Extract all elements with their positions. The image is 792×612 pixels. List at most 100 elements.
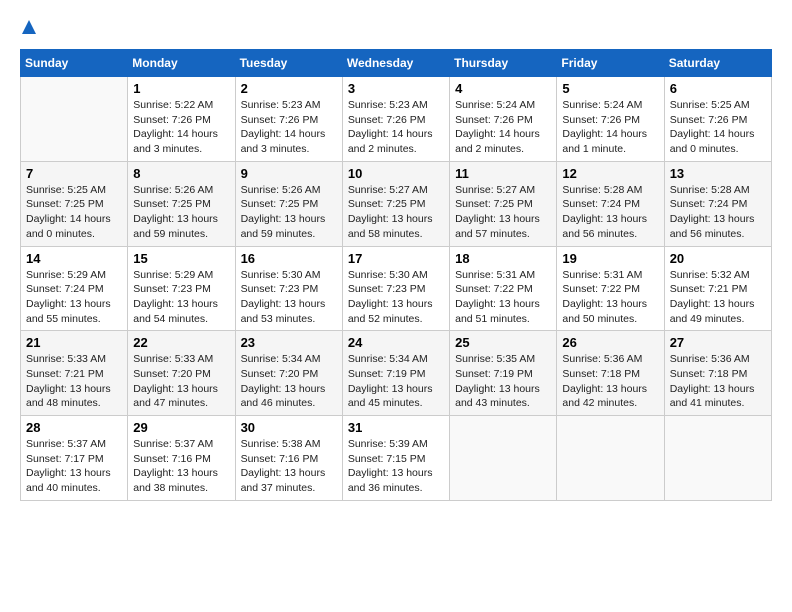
calendar-cell: 25 Sunrise: 5:35 AM Sunset: 7:19 PM Dayli… (450, 331, 557, 416)
day-info: Sunrise: 5:35 AM Sunset: 7:19 PM Dayligh… (455, 352, 551, 411)
calendar-cell: 16Sunrise: 5:30 AM Sunset: 7:23 PM Dayli… (235, 246, 342, 331)
day-number: 23 (241, 335, 337, 350)
day-number: 2 (241, 81, 337, 96)
day-number: 25 (455, 335, 551, 350)
calendar-cell: 2 Sunrise: 5:23 AM Sunset: 7:26 PM Daylig… (235, 77, 342, 162)
calendar-cell: 15 Sunrise: 5:29 AM Sunset: 7:23 PM Dayli… (128, 246, 235, 331)
day-number: 16 (241, 251, 337, 266)
day-number: 28 (26, 420, 122, 435)
day-number: 10 (348, 166, 444, 181)
logo (20, 20, 36, 39)
page-header (20, 20, 772, 39)
day-info: Sunrise: 5:32 AM Sunset: 7:21 PM Dayligh… (670, 268, 766, 327)
day-info: Sunrise: 5:33 AM Sunset: 7:21 PM Dayligh… (26, 352, 122, 411)
day-info: Sunrise: 5:38 AM Sunset: 7:16 PM Dayligh… (241, 437, 337, 496)
column-header-sunday: Sunday (21, 50, 128, 77)
calendar-cell (664, 416, 771, 501)
calendar-cell: 20 Sunrise: 5:32 AM Sunset: 7:21 PM Dayli… (664, 246, 771, 331)
day-info: Sunrise: 5:30 AM Sunset: 7:23 PM Dayligh… (348, 268, 444, 327)
day-info: Sunrise: 5:27 AM Sunset: 7:25 PM Dayligh… (348, 183, 444, 242)
calendar-cell: 26 Sunrise: 5:36 AM Sunset: 7:18 PM Dayli… (557, 331, 664, 416)
day-number: 11 (455, 166, 551, 181)
column-header-thursday: Thursday (450, 50, 557, 77)
day-number: 1 (133, 81, 229, 96)
calendar-cell: 17 Sunrise: 5:30 AM Sunset: 7:23 PM Dayli… (342, 246, 449, 331)
day-number: 19 (562, 251, 658, 266)
calendar-cell: 21Sunrise: 5:33 AM Sunset: 7:21 PM Dayli… (21, 331, 128, 416)
day-number: 20 (670, 251, 766, 266)
calendar-cell: 12 Sunrise: 5:28 AM Sunset: 7:24 PM Dayli… (557, 161, 664, 246)
calendar-cell: 10 Sunrise: 5:27 AM Sunset: 7:25 PM Dayli… (342, 161, 449, 246)
day-info: Sunrise: 5:23 AM Sunset: 7:26 PM Dayligh… (348, 98, 444, 157)
day-number: 29 (133, 420, 229, 435)
calendar-cell: 9 Sunrise: 5:26 AM Sunset: 7:25 PM Daylig… (235, 161, 342, 246)
day-info: Sunrise: 5:36 AM Sunset: 7:18 PM Dayligh… (562, 352, 658, 411)
calendar-cell (557, 416, 664, 501)
calendar-cell: 23 Sunrise: 5:34 AM Sunset: 7:20 PM Dayli… (235, 331, 342, 416)
day-info: Sunrise: 5:28 AM Sunset: 7:24 PM Dayligh… (562, 183, 658, 242)
day-number: 7 (26, 166, 122, 181)
day-info: Sunrise: 5:29 AM Sunset: 7:24 PM Dayligh… (26, 268, 122, 327)
day-info: Sunrise: 5:28 AM Sunset: 7:24 PM Dayligh… (670, 183, 766, 242)
day-number: 5 (562, 81, 658, 96)
day-number: 14 (26, 251, 122, 266)
calendar-cell: 1 Sunrise: 5:22 AM Sunset: 7:26 PM Daylig… (128, 77, 235, 162)
day-number: 31 (348, 420, 444, 435)
calendar-cell: 27Sunrise: 5:36 AM Sunset: 7:18 PM Dayli… (664, 331, 771, 416)
logo-icon (22, 20, 36, 39)
day-number: 30 (241, 420, 337, 435)
calendar-cell: 30 Sunrise: 5:38 AM Sunset: 7:16 PM Dayli… (235, 416, 342, 501)
day-number: 17 (348, 251, 444, 266)
calendar-cell: 7 Sunrise: 5:25 AM Sunset: 7:25 PM Daylig… (21, 161, 128, 246)
calendar-cell: 19 Sunrise: 5:31 AM Sunset: 7:22 PM Dayli… (557, 246, 664, 331)
day-number: 26 (562, 335, 658, 350)
day-number: 6 (670, 81, 766, 96)
day-info: Sunrise: 5:27 AM Sunset: 7:25 PM Dayligh… (455, 183, 551, 242)
column-header-saturday: Saturday (664, 50, 771, 77)
day-info: Sunrise: 5:25 AM Sunset: 7:25 PM Dayligh… (26, 183, 122, 242)
column-header-friday: Friday (557, 50, 664, 77)
calendar-cell: 28Sunrise: 5:37 AM Sunset: 7:17 PM Dayli… (21, 416, 128, 501)
day-number: 24 (348, 335, 444, 350)
day-info: Sunrise: 5:31 AM Sunset: 7:22 PM Dayligh… (562, 268, 658, 327)
calendar-cell: 24Sunrise: 5:34 AM Sunset: 7:19 PM Dayli… (342, 331, 449, 416)
day-info: Sunrise: 5:23 AM Sunset: 7:26 PM Dayligh… (241, 98, 337, 157)
column-header-wednesday: Wednesday (342, 50, 449, 77)
day-info: Sunrise: 5:29 AM Sunset: 7:23 PM Dayligh… (133, 268, 229, 327)
calendar-table: SundayMondayTuesdayWednesdayThursdayFrid… (20, 49, 772, 501)
day-info: Sunrise: 5:25 AM Sunset: 7:26 PM Dayligh… (670, 98, 766, 157)
day-number: 18 (455, 251, 551, 266)
day-info: Sunrise: 5:31 AM Sunset: 7:22 PM Dayligh… (455, 268, 551, 327)
calendar-cell: 11 Sunrise: 5:27 AM Sunset: 7:25 PM Dayli… (450, 161, 557, 246)
column-header-tuesday: Tuesday (235, 50, 342, 77)
day-number: 15 (133, 251, 229, 266)
calendar-cell (450, 416, 557, 501)
day-number: 3 (348, 81, 444, 96)
day-info: Sunrise: 5:24 AM Sunset: 7:26 PM Dayligh… (455, 98, 551, 157)
calendar-cell: 8 Sunrise: 5:26 AM Sunset: 7:25 PM Daylig… (128, 161, 235, 246)
day-number: 9 (241, 166, 337, 181)
calendar-cell (21, 77, 128, 162)
calendar-cell: 4 Sunrise: 5:24 AM Sunset: 7:26 PM Daylig… (450, 77, 557, 162)
day-info: Sunrise: 5:39 AM Sunset: 7:15 PM Dayligh… (348, 437, 444, 496)
calendar-cell: 18 Sunrise: 5:31 AM Sunset: 7:22 PM Dayli… (450, 246, 557, 331)
day-number: 12 (562, 166, 658, 181)
calendar-cell: 13 Sunrise: 5:28 AM Sunset: 7:24 PM Dayli… (664, 161, 771, 246)
day-info: Sunrise: 5:22 AM Sunset: 7:26 PM Dayligh… (133, 98, 229, 157)
day-info: Sunrise: 5:26 AM Sunset: 7:25 PM Dayligh… (133, 183, 229, 242)
day-info: Sunrise: 5:33 AM Sunset: 7:20 PM Dayligh… (133, 352, 229, 411)
calendar-cell: 6 Sunrise: 5:25 AM Sunset: 7:26 PM Daylig… (664, 77, 771, 162)
day-number: 22 (133, 335, 229, 350)
day-info: Sunrise: 5:26 AM Sunset: 7:25 PM Dayligh… (241, 183, 337, 242)
day-number: 8 (133, 166, 229, 181)
day-info: Sunrise: 5:24 AM Sunset: 7:26 PM Dayligh… (562, 98, 658, 157)
calendar-cell: 22 Sunrise: 5:33 AM Sunset: 7:20 PM Dayli… (128, 331, 235, 416)
calendar-cell: 31 Sunrise: 5:39 AM Sunset: 7:15 PM Dayli… (342, 416, 449, 501)
calendar-cell: 5 Sunrise: 5:24 AM Sunset: 7:26 PM Daylig… (557, 77, 664, 162)
day-number: 13 (670, 166, 766, 181)
day-info: Sunrise: 5:34 AM Sunset: 7:20 PM Dayligh… (241, 352, 337, 411)
day-number: 4 (455, 81, 551, 96)
day-number: 27 (670, 335, 766, 350)
calendar-cell: 29 Sunrise: 5:37 AM Sunset: 7:16 PM Dayli… (128, 416, 235, 501)
day-info: Sunrise: 5:37 AM Sunset: 7:16 PM Dayligh… (133, 437, 229, 496)
